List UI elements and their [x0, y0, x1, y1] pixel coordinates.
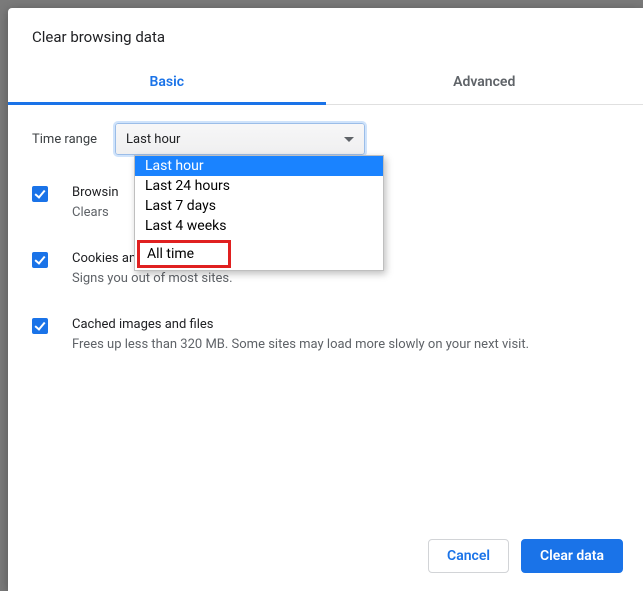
dialog-content: Time range Last hour Last hour Last 24 h…: [8, 105, 643, 527]
tab-basic[interactable]: Basic: [8, 62, 326, 104]
dialog-title: Clear browsing data: [8, 8, 643, 62]
option-last-24-hours[interactable]: Last 24 hours: [135, 176, 383, 196]
item-title: Cached images and files: [72, 315, 529, 335]
time-range-row: Time range Last hour: [32, 123, 619, 155]
time-range-select[interactable]: Last hour: [115, 123, 365, 155]
checkbox-cookies[interactable]: [32, 252, 48, 268]
dialog-footer: Cancel Clear data: [8, 527, 643, 591]
cancel-button[interactable]: Cancel: [428, 539, 509, 573]
item-cached: Cached images and files Frees up less th…: [32, 315, 619, 355]
option-all-time[interactable]: All time: [137, 240, 231, 268]
tab-advanced[interactable]: Advanced: [326, 62, 643, 104]
tabs: Basic Advanced: [8, 62, 643, 105]
option-last-7-days[interactable]: Last 7 days: [135, 196, 383, 216]
clear-data-button[interactable]: Clear data: [521, 539, 623, 573]
chevron-down-icon: [344, 137, 354, 142]
item-subtitle: Clears: [72, 203, 119, 223]
checkbox-cached[interactable]: [32, 318, 48, 334]
time-range-dropdown: Last hour Last 24 hours Last 7 days Last…: [134, 155, 384, 271]
option-last-4-weeks[interactable]: Last 4 weeks: [135, 216, 383, 236]
option-last-hour[interactable]: Last hour: [135, 156, 383, 176]
checkbox-browsing-history[interactable]: [32, 186, 48, 202]
time-range-label: Time range: [32, 132, 97, 147]
item-title: Browsin: [72, 183, 119, 203]
time-range-value: Last hour: [126, 132, 180, 147]
item-subtitle: Signs you out of most sites.: [72, 269, 233, 289]
item-subtitle: Frees up less than 320 MB. Some sites ma…: [72, 335, 529, 355]
clear-browsing-data-dialog: Clear browsing data Basic Advanced Time …: [8, 8, 643, 591]
